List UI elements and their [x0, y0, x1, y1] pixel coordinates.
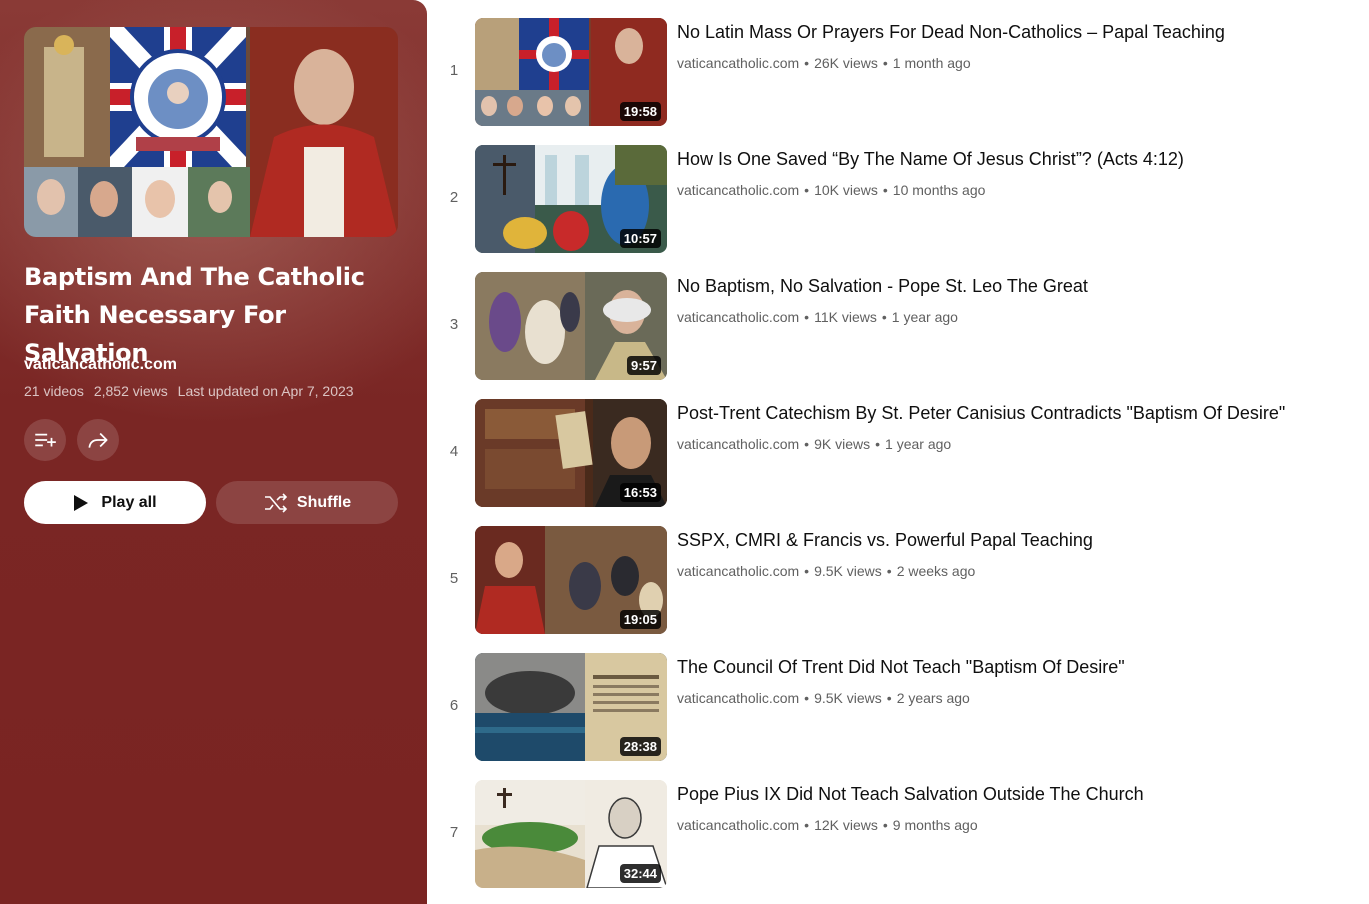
video-index: 3 — [449, 316, 459, 333]
video-age: 9 months ago — [892, 817, 978, 833]
video-age: 2 weeks ago — [896, 563, 976, 579]
video-duration: 10:57 — [619, 229, 661, 248]
video-metadata: vaticancatholic.com • 10K views • 10 months … — [677, 182, 985, 198]
separator-dot: • — [804, 817, 810, 833]
video-index: 7 — [449, 824, 459, 841]
video-channel[interactable]: vaticancatholic.com — [677, 817, 799, 833]
video-views: 12K views — [814, 817, 878, 833]
play-all-button[interactable]: Play all — [24, 481, 206, 524]
video-thumbnail[interactable]: 16:53 — [475, 399, 667, 507]
playlist-video-list: 1 19:58 No Latin Mass Or Prayers For Dea — [440, 18, 1360, 904]
separator-dot: • — [881, 309, 887, 325]
video-title[interactable]: Pope Pius IX Did Not Teach Salvation Out… — [677, 782, 1347, 806]
video-channel[interactable]: vaticancatholic.com — [677, 55, 799, 71]
save-to-playlist-button[interactable] — [24, 419, 66, 461]
playlist-video-item[interactable]: 7 32:44 Pope Pius IX Did Not Teach Salva… — [440, 780, 1360, 904]
video-count: 21 videos — [24, 383, 84, 399]
view-count: 2,852 views — [93, 383, 168, 399]
playlist-video-item[interactable]: 3 9:57 No Baptism, No Salvation - Pope S… — [440, 272, 1360, 399]
shuffle-label: Shuffle — [296, 493, 352, 511]
video-views: 11K views — [814, 309, 877, 325]
shuffle-icon — [264, 492, 288, 513]
video-thumbnail[interactable]: 19:05 — [475, 526, 667, 634]
separator-dot: • — [882, 817, 888, 833]
video-metadata: vaticancatholic.com • 26K views • 1 month ag… — [677, 55, 971, 71]
video-title[interactable]: Post-Trent Catechism By St. Peter Canisi… — [677, 401, 1347, 425]
playlist-video-item[interactable]: 2 10:57 How Is One Saved “By The Name Of… — [440, 145, 1360, 272]
last-updated: Last updated on Apr 7, 2023 — [177, 383, 354, 399]
video-duration: 16:53 — [619, 483, 661, 502]
video-title[interactable]: SSPX, CMRI & Francis vs. Powerful Papal … — [677, 528, 1347, 552]
video-views: 26K views — [814, 55, 878, 71]
video-thumbnail[interactable]: 19:58 — [475, 18, 667, 126]
video-metadata: vaticancatholic.com • 9.5K views • 2 years a… — [677, 690, 970, 706]
separator-dot: • — [804, 309, 810, 325]
video-title[interactable]: How Is One Saved “By The Name Of Jesus C… — [677, 147, 1347, 171]
video-metadata: vaticancatholic.com • 11K views • 1 year ago — [677, 309, 958, 325]
video-index: 6 — [449, 697, 459, 714]
separator-dot: • — [886, 690, 892, 706]
video-duration: 19:58 — [619, 102, 661, 121]
video-duration: 32:44 — [619, 864, 661, 883]
video-thumbnail[interactable]: 28:38 — [475, 653, 667, 761]
video-age: 1 year ago — [885, 436, 952, 452]
separator-dot: • — [804, 436, 810, 452]
playlist-header-panel: Baptism And The Catholic Faith Necessary… — [0, 0, 427, 904]
video-duration: 28:38 — [619, 737, 661, 756]
playlist-add-icon — [35, 433, 56, 447]
video-channel[interactable]: vaticancatholic.com — [677, 182, 799, 198]
video-title[interactable]: No Latin Mass Or Prayers For Dead Non-Ca… — [677, 20, 1347, 44]
video-duration: 19:05 — [619, 610, 661, 629]
separator-dot: • — [804, 563, 810, 579]
separator-dot: • — [886, 563, 892, 579]
video-channel[interactable]: vaticancatholic.com — [677, 309, 799, 325]
playlist-video-item[interactable]: 4 16:53 Post-Trent Catechism By St. Pete… — [440, 399, 1360, 526]
video-age: 2 years ago — [896, 690, 970, 706]
video-duration: 9:57 — [626, 356, 661, 375]
video-views: 9K views — [814, 436, 871, 452]
video-metadata: vaticancatholic.com • 12K views • 9 months a… — [677, 817, 978, 833]
play-all-label: Play all — [101, 493, 157, 511]
video-thumbnail[interactable]: 10:57 — [475, 145, 667, 253]
playlist-channel-link[interactable]: vaticancatholic.com — [24, 356, 177, 374]
separator-dot: • — [804, 182, 810, 198]
share-icon — [88, 432, 108, 448]
playlist-video-item[interactable]: 6 28:38 The Council Of Trent Did Not Tea… — [440, 653, 1360, 780]
video-age: 1 year ago — [891, 309, 958, 325]
separator-dot: • — [804, 55, 810, 71]
video-thumbnail[interactable]: 32:44 — [475, 780, 667, 888]
video-views: 10K views — [814, 182, 878, 198]
video-metadata: vaticancatholic.com • 9.5K views • 2 weeks a… — [677, 563, 975, 579]
video-thumbnail[interactable]: 9:57 — [475, 272, 667, 380]
play-icon — [74, 494, 89, 511]
playlist-video-item[interactable]: 1 19:58 No Latin Mass Or Prayers For Dea — [440, 18, 1360, 145]
video-index: 5 — [449, 570, 459, 587]
video-metadata: vaticancatholic.com • 9K views • 1 year ago — [677, 436, 951, 452]
playlist-video-item[interactable]: 5 19:05 SSPX, CMRI & Francis vs. Powerfu… — [440, 526, 1360, 653]
share-button[interactable] — [77, 419, 119, 461]
video-channel[interactable]: vaticancatholic.com — [677, 436, 799, 452]
video-age: 10 months ago — [892, 182, 986, 198]
video-channel[interactable]: vaticancatholic.com — [677, 563, 799, 579]
video-title[interactable]: No Baptism, No Salvation - Pope St. Leo … — [677, 274, 1347, 298]
video-index: 4 — [449, 443, 459, 460]
playlist-stats: 21 videos 2,852 views Last updated on Ap… — [24, 383, 360, 399]
video-views: 9.5K views — [814, 690, 882, 706]
separator-dot: • — [882, 55, 888, 71]
playlist-title: Baptism And The Catholic Faith Necessary… — [24, 263, 365, 367]
video-views: 9.5K views — [814, 563, 882, 579]
video-age: 1 month ago — [892, 55, 971, 71]
playlist-cover-image[interactable] — [24, 27, 398, 237]
video-channel[interactable]: vaticancatholic.com — [677, 690, 799, 706]
video-title[interactable]: The Council Of Trent Did Not Teach "Bapt… — [677, 655, 1347, 679]
video-index: 1 — [449, 62, 459, 79]
separator-dot: • — [882, 182, 888, 198]
shuffle-button[interactable]: Shuffle — [216, 481, 398, 524]
separator-dot: • — [875, 436, 881, 452]
video-index: 2 — [449, 189, 459, 206]
separator-dot: • — [804, 690, 810, 706]
